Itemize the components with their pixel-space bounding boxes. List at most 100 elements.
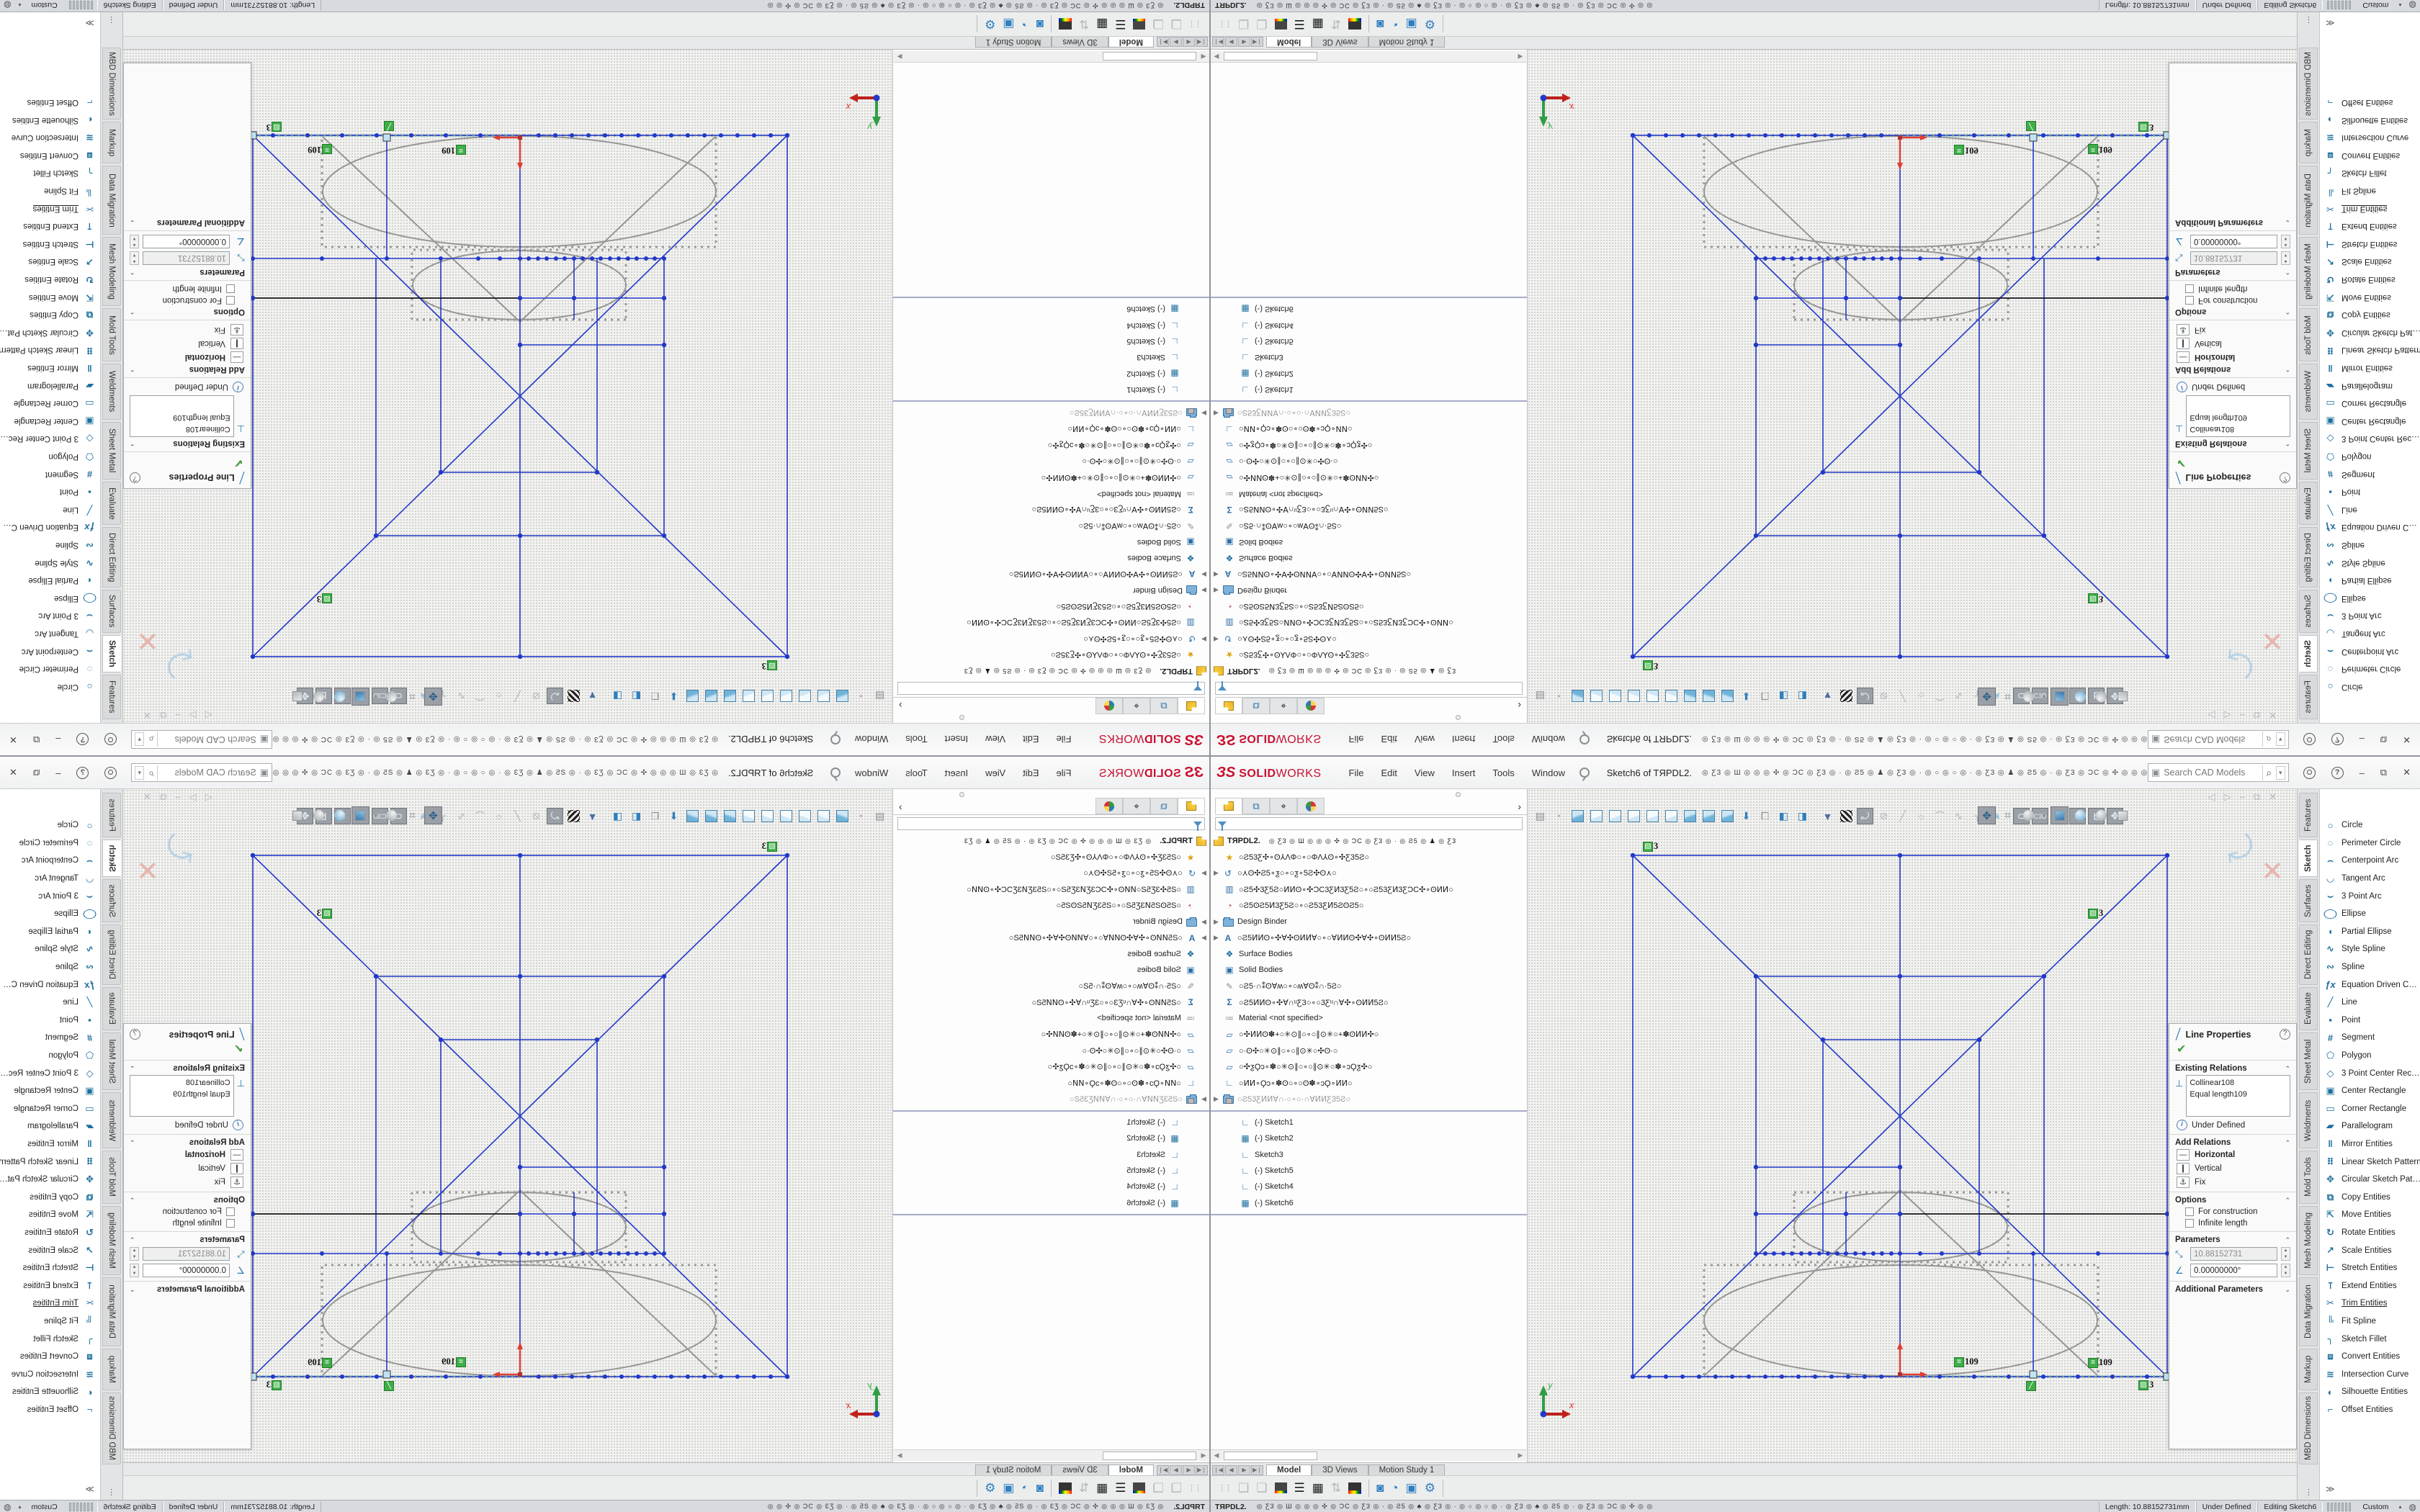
child-minimize-icon[interactable]: – [2240, 709, 2245, 721]
tree-row-origin[interactable]: ∟○ͶͶ∘Ϙɔ∘✽ʘ○∘○ʘ✽∘ɔϘ∘ͶͶ○ [893, 1075, 1209, 1091]
tree-row-locked-folder[interactable]: ▶○Ƨ53ƸͶͶⱯ∩·○∘○·∩ⱯͶͶƸ35Ƨ○ [1211, 405, 1527, 420]
tab-features[interactable]: Features [2299, 675, 2318, 719]
relation-badge-onedge[interactable]: ▨ 3 [266, 1380, 282, 1390]
collapse-icon[interactable]: ⌃ [2285, 440, 2290, 448]
mirror-feature-icon[interactable]: ◨ [609, 688, 626, 704]
zebra-stripes-icon[interactable] [1840, 690, 1852, 702]
revolved-cut-icon[interactable] [1684, 690, 1696, 702]
accept-check-icon[interactable]: ✔ [2177, 1042, 2290, 1056]
tool-center-rectangle[interactable]: ▣Center Rectangle [2320, 1082, 2420, 1100]
part-doc-icon[interactable]: ▤ [871, 808, 888, 824]
dome-icon[interactable]: ◧ [1775, 688, 1792, 704]
tool-perimeter-circle[interactable]: ◌Perimeter Circle [0, 660, 100, 678]
search-input[interactable]: Search CAD Models [158, 734, 256, 744]
expand-arrow-icon[interactable]: ▶ [1214, 918, 1222, 926]
angle-spinner[interactable]: ▲▼ [2281, 235, 2290, 248]
tree-row-origin[interactable]: ∟○ͶͶ∘Ϙɔ∘✽ʘ○∘○ʘ✽∘ɔϘ∘ͶͶ○ [1211, 1075, 1527, 1091]
tool-move-entities[interactable]: ⇱Move Entities [2320, 288, 2420, 306]
tabs-overflow-icon[interactable]: ⋮ [2305, 15, 2313, 24]
length-spinner[interactable]: ▲▼ [130, 1247, 139, 1261]
tool-linear-sketch-pattern[interactable]: ⠿Linear Sketch Pattern [0, 1153, 100, 1171]
tool-rotate-entities[interactable]: ↻Rotate Entities [0, 1224, 100, 1242]
tab-motion-study-1[interactable]: Motion Study 1 [975, 37, 1052, 48]
hide-show-items-icon[interactable] [382, 688, 400, 706]
endpoint-handle[interactable] [383, 1371, 390, 1378]
search-icon[interactable]: ⌕ [145, 732, 158, 747]
revolved-boss-icon[interactable] [1590, 690, 1603, 702]
option-for-construction[interactable]: For construction [2185, 1207, 2290, 1216]
tool-rotate-entities[interactable]: ↻Rotate Entities [2320, 271, 2420, 289]
save-icon[interactable]: ▼ [584, 688, 601, 704]
equal-relation-badge[interactable]: = 109 [442, 145, 466, 156]
tool-trim-entities[interactable]: ✂Trim Entities [2320, 1295, 2420, 1313]
tab-mbd-dimensions[interactable]: MBD Dimensions [2299, 48, 2318, 120]
tree-row-locked-folder[interactable]: ▶○Ƨ53ƸͶͶⱯ∩·○∘○·∩ⱯͶͶƸ35Ƨ○ [1211, 1091, 1527, 1107]
menu-window[interactable]: Window [846, 765, 897, 781]
tab-evaluate[interactable]: Evaluate [2299, 482, 2318, 525]
tools-overflow-icon[interactable]: ≫ [85, 1484, 94, 1494]
prev-doc-icon[interactable]: ◁ [2208, 709, 2215, 721]
tool-stretch-entities[interactable]: ⊢Stretch Entities [2320, 1259, 2420, 1277]
tree-row-right-plane[interactable]: ▱○✣ƺϘɔ∘✽○✳⊙∥○∘○∥⊙✳○✽∘ɔϘƺ✣○ [893, 1058, 1209, 1074]
endpoint-handle[interactable] [383, 134, 390, 141]
hole-wizard-icon[interactable]: ⬇ [666, 688, 682, 704]
tree-row-sketch3[interactable]: ∟Sketch3 [893, 1146, 1209, 1162]
tree-row[interactable]: ▶↺○⋏ʘ✣Ƨ5∘ƺ○∘○ƺ∘5Ƨ✣ʘ⋏○ [893, 631, 1209, 647]
revolved-boss-icon[interactable] [1590, 810, 1603, 822]
length-spinner[interactable]: ▲▼ [2281, 251, 2290, 265]
tree-row-equations[interactable]: Σ○Ƨ5ͶͶʘ∘✣Ɐ∩ᵘƸ3○∘○3Ƹᵘ∩Ɐ✣∘ʘͶͶ5Ƨ○ [893, 994, 1209, 1010]
toolbar-grip[interactable]: ⋮⋮ [1189, 1483, 1202, 1493]
tab-motion-study-1[interactable]: Motion Study 1 [1368, 37, 1446, 48]
relation-item-equal-length[interactable]: Equal length109 [133, 412, 230, 423]
view-orientation-icon[interactable] [310, 806, 328, 824]
tool-scale-entities[interactable]: ↗Scale Entities [2320, 1241, 2420, 1259]
tree-row-material[interactable]: ≔Material <not specified> [893, 1010, 1209, 1026]
tree-row[interactable]: ▥○Ƨ5✣3Ƹ5Ƨ○ͶͶʘ∘✣ƆϹ3ƸͶ3Ƹ5Ƨ○∘○Ƨ53ƸͶ3ƸƆϹ✣∘ʘͶ… [893, 614, 1209, 630]
tree-row-design-binder[interactable]: ▶Design Binder [1211, 914, 1527, 930]
tab-direct-editing[interactable]: Direct Editing [102, 527, 121, 588]
relation-badge-onedge[interactable]: ▨ 3 [2138, 122, 2154, 132]
grid-visibility-icon[interactable]: ⌗ [403, 806, 421, 824]
line-tool-icon[interactable]: ╱ [1894, 688, 1911, 704]
tree-row-sketch3[interactable]: ∟Sketch3 [893, 349, 1209, 365]
equal-relation-badge[interactable]: = 109 [2088, 144, 2112, 155]
close-button[interactable]: ✕ [2403, 734, 2411, 745]
equal-relation-badge[interactable]: = 109 [308, 1357, 332, 1368]
tree-row-sketch3[interactable]: ∟Sketch3 [1211, 1146, 1527, 1162]
prev-tab-icon[interactable]: ◀ [1225, 1465, 1237, 1475]
tab-surfaces[interactable]: Surfaces [102, 879, 121, 922]
save-icon[interactable]: ▼ [1819, 808, 1836, 824]
pin-menu-icon[interactable] [1579, 768, 1590, 778]
toolbar-dropdown-icon[interactable]: ▾ [853, 808, 869, 824]
scene-cube-icon[interactable] [289, 688, 307, 706]
scene-cube-icon[interactable] [289, 806, 307, 824]
tree-row-sketch5[interactable]: ∟(-) Sketch5 [893, 333, 1209, 349]
tree-expand-chevron-icon[interactable]: › [1518, 801, 1521, 812]
clock-check-icon[interactable]: ◔ [1021, 17, 1028, 32]
exit-sketch-icon[interactable]: ⤾ [1857, 688, 1873, 704]
tool-point[interactable]: ▪Point [2320, 483, 2420, 501]
rainbow-corner-icon[interactable]: ∟ [1348, 1482, 1361, 1494]
tool-tangent-arc[interactable]: ◡Tangent Arc [2320, 870, 2420, 888]
view-settings-icon[interactable]: ✥ [424, 806, 442, 824]
tool-convert-entities[interactable]: ⧈Convert Entities [0, 1348, 100, 1366]
tool-silhouette-entities[interactable]: ◐Silhouette Entities [0, 1383, 100, 1401]
tab-sketch[interactable]: Sketch [102, 635, 121, 672]
appearance-sphere-icon[interactable] [331, 688, 349, 706]
checkbox-icon[interactable] [226, 284, 235, 293]
confirmation-corner-cancel-icon[interactable]: ✕ [2261, 855, 2284, 888]
tool-corner-rectangle[interactable]: ▭Corner Rectangle [0, 395, 100, 413]
tool-sketch-fillet[interactable]: ╮Sketch Fillet [2320, 1330, 2420, 1348]
circle-tool-icon[interactable]: ○ [490, 688, 507, 704]
tree-row[interactable]: ✎○Ƨ5·∩⁑ʘⱯʍ○∘○ʍⱯʘ⁑∩·5Ƨ○ [893, 518, 1209, 534]
tool-ellipse[interactable]: ◯Ellipse [0, 905, 100, 923]
tree-row-sketch4[interactable]: ∟(-) Sketch4 [1211, 317, 1527, 333]
relation-badge-onedge[interactable]: ▨ 3 [762, 660, 777, 671]
tool-circle[interactable]: ○Circle [0, 678, 100, 696]
part-doc-icon[interactable]: ▤ [1532, 808, 1549, 824]
search-input[interactable]: Search CAD Models [2164, 768, 2262, 778]
toolbar-grip[interactable]: ⋮⋮ [1218, 1483, 1231, 1493]
relation-badge-onedge[interactable]: ▨ 3 [317, 593, 332, 604]
prev-doc-icon[interactable]: ◁ [2208, 791, 2215, 803]
tree-horizontal-scrollbar[interactable]: ◀ ▶ [1211, 51, 1526, 63]
